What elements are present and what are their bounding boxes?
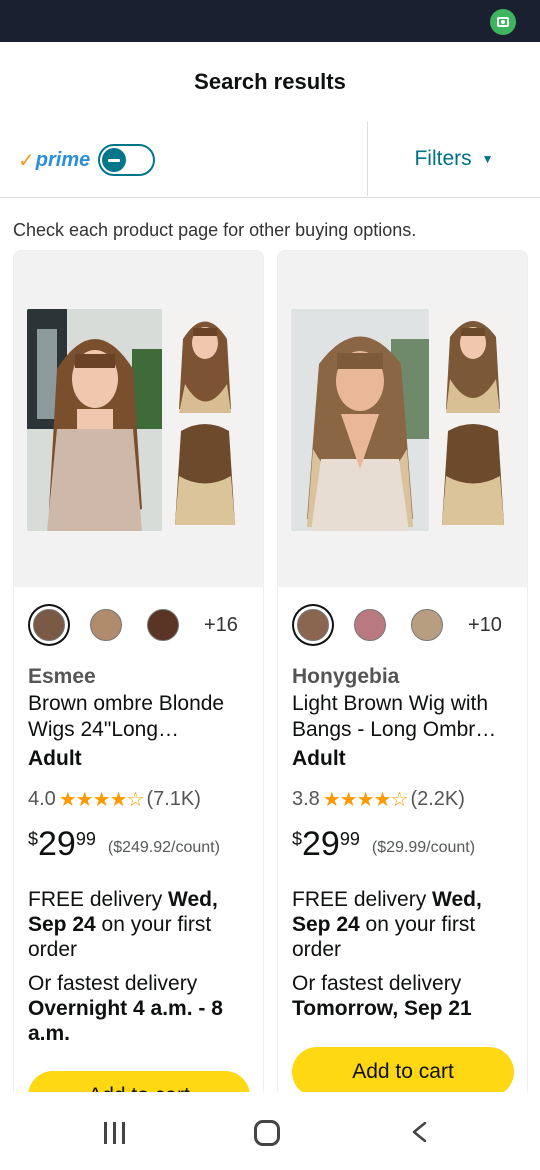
product-photo-side [432,309,514,417]
product-title[interactable]: Brown ombre Blonde Wigs 24"Long… [28,691,252,743]
product-card[interactable]: +10 Honygebia Light Brown Wig with Bangs… [277,250,528,1110]
price-currency: $ [28,829,39,849]
price-whole: 29 [38,825,76,863]
system-nav-bar [0,1092,540,1170]
product-price: $ 29 99 ($249.92/count) [28,825,220,863]
recent-apps-icon[interactable] [104,1122,125,1144]
rating-value: 3.8 [292,788,320,810]
product-brand: Esmee [28,665,96,688]
product-title-line: Bangs - Long Ombr… [292,718,497,741]
product-rating[interactable]: 4.0 ★★★★☆ (7.1K) [28,787,201,812]
more-colors-count[interactable]: +10 [468,614,502,637]
color-swatch[interactable] [33,609,65,641]
color-swatch[interactable] [297,609,329,641]
product-price: $ 29 99 ($29.99/count) [292,825,475,863]
star-rating-icon: ★★★★☆ [58,789,145,811]
product-rating[interactable]: 3.8 ★★★★☆ (2.2K) [292,787,465,812]
fastest-delivery-info: Or fastest delivery Tomorrow, Sep 21 [292,971,520,1021]
product-title[interactable]: Light Brown Wig with Bangs - Long Ombr… [292,691,516,743]
toggle-off-icon [102,148,127,172]
fastest-date: Overnight 4 a.m. - 8 a.m. [28,997,223,1045]
price-whole: 29 [302,825,340,863]
more-colors-count[interactable]: +16 [204,614,238,637]
unit-price: ($249.92/count) [107,839,220,856]
screen-record-icon [490,9,516,35]
color-swatch[interactable] [411,609,443,641]
delivery-info: FREE delivery Wed, Sep 24 on your first … [292,887,520,962]
delivery-prefix: FREE delivery [28,888,169,911]
product-photo-back [432,421,514,529]
unit-price: ($29.99/count) [371,839,476,856]
delivery-prefix: FREE delivery [292,888,433,911]
chevron-down-icon: ▼ [481,152,494,166]
product-card[interactable]: +16 Esmee Brown ombre Blonde Wigs 24"Lon… [13,250,264,1110]
fastest-prefix: Or fastest delivery [292,972,462,995]
page-title: Search results [194,69,346,94]
star-rating-icon: ★★★★☆ [322,789,409,811]
product-photo-main [291,309,429,531]
product-badge: Adult [28,747,82,770]
product-title-line: Wigs 24"Long… [28,718,180,741]
price-currency: $ [292,829,303,849]
prime-filter[interactable]: ✓ prime [18,144,156,176]
rating-value: 4.0 [28,788,56,810]
delivery-info: FREE delivery Wed, Sep 24 on your first … [28,887,256,962]
product-photo-main [27,309,162,531]
prime-check-icon: ✓ [18,149,35,172]
product-photo-side [165,309,245,417]
color-swatch[interactable] [147,609,179,641]
product-image[interactable] [14,251,263,587]
product-photo-back [165,421,245,529]
add-to-cart-button[interactable]: Add to cart [292,1047,514,1097]
color-swatches: +16 [28,609,238,641]
product-image[interactable] [278,251,527,587]
review-count: (2.2K) [410,788,465,810]
product-title-line: Light Brown Wig with [292,692,489,715]
product-title-line: Brown ombre Blonde [28,692,225,715]
fastest-delivery-info: Or fastest delivery Overnight 4 a.m. - 8… [28,971,256,1046]
back-icon[interactable] [410,1122,430,1142]
buying-options-notice: Check each product page for other buying… [13,220,417,240]
product-brand: Honygebia [292,665,400,688]
color-swatch[interactable] [90,609,122,641]
color-swatches: +10 [292,609,502,641]
filter-bar: ✓ prime Filters ▼ [0,122,540,198]
filters-label: Filters [414,147,472,170]
fastest-date: Tomorrow, Sep 21 [292,997,472,1020]
filters-button[interactable]: Filters ▼ [368,122,540,196]
price-fraction: 99 [339,829,360,849]
price-fraction: 99 [75,829,96,849]
home-icon[interactable] [254,1120,280,1146]
color-swatch[interactable] [354,609,386,641]
product-badge: Adult [292,747,346,770]
prime-toggle[interactable] [98,144,156,176]
prime-logo: prime [35,148,91,171]
fastest-prefix: Or fastest delivery [28,972,198,995]
status-bar [0,0,540,42]
review-count: (7.1K) [146,788,201,810]
